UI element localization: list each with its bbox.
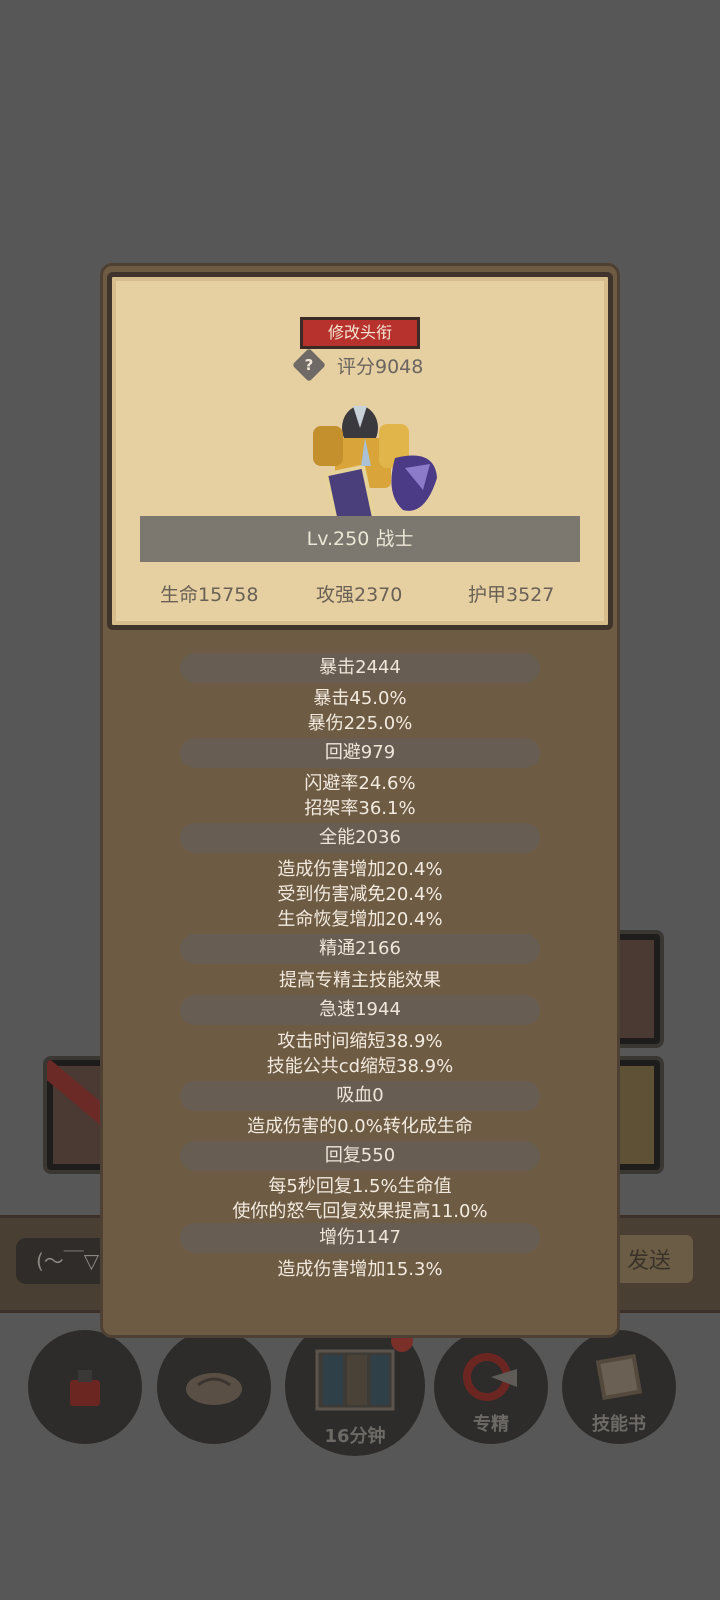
bottom-button-potion[interactable] xyxy=(28,1330,142,1444)
section-title: 全能2036 xyxy=(319,827,401,848)
chat-input[interactable]: (～￣▽ xyxy=(16,1238,112,1284)
section-title: 精通2166 xyxy=(319,938,401,959)
section-line: 招架率36.1% xyxy=(304,798,416,819)
section-line: 暴伤225.0% xyxy=(307,713,413,734)
help-icon[interactable]: ? xyxy=(292,348,326,382)
section-line: 提高专精主技能效果 xyxy=(279,970,441,991)
stat-health: 生命15758 xyxy=(160,584,259,606)
section-line: 造成伤害增加20.4% xyxy=(277,859,443,880)
section-title: 回避979 xyxy=(324,742,396,763)
section-line: 技能公共cd缩短38.9% xyxy=(266,1056,454,1077)
stat-armor: 护甲3527 xyxy=(468,584,555,606)
stat-attack-power: 攻强2370 xyxy=(316,584,403,606)
potion-icon xyxy=(70,1370,100,1406)
section-line: 造成伤害的0.0%转化成生命 xyxy=(247,1116,473,1137)
edit-title-button[interactable]: 修改头衔 xyxy=(300,317,420,349)
section-line: 造成伤害增加15.3% xyxy=(277,1259,443,1280)
skill-book-icon xyxy=(595,1353,643,1401)
section-line: 攻击时间缩短38.9% xyxy=(277,1031,443,1052)
section-title: 暴击2444 xyxy=(319,657,401,678)
score-label: 评分9048 xyxy=(337,356,424,378)
warrior-character-sprite xyxy=(313,406,437,528)
section-line: 受到伤害减免20.4% xyxy=(277,884,443,905)
section-line: 生命恢复增加20.4% xyxy=(277,909,443,930)
section-title: 增伤1147 xyxy=(319,1227,401,1248)
section-title: 吸血0 xyxy=(336,1085,384,1106)
section-title: 急速1944 xyxy=(319,999,401,1020)
section-line: 暴击45.0% xyxy=(313,688,407,709)
section-line: 闪避率24.6% xyxy=(304,773,416,794)
section-line: 每5秒回复1.5%生命值 xyxy=(268,1176,452,1197)
section-title: 回复550 xyxy=(324,1145,396,1166)
chest-timer-label: 16分钟 xyxy=(324,1426,386,1447)
bottom-button-bread[interactable] xyxy=(157,1330,271,1444)
level-class-bar: Lv.250 战士 xyxy=(140,516,580,562)
bottom-button-specialization[interactable]: 专精 xyxy=(434,1330,548,1444)
bottom-button-skill-book[interactable]: 技能书 xyxy=(562,1330,676,1444)
bread-icon xyxy=(186,1373,242,1405)
treasure-chest-icon xyxy=(315,1349,395,1411)
specialization-icon xyxy=(463,1353,517,1401)
send-button[interactable]: 发送 xyxy=(612,1232,696,1286)
section-line: 使你的怒气回复效果提高11.0% xyxy=(232,1201,488,1222)
